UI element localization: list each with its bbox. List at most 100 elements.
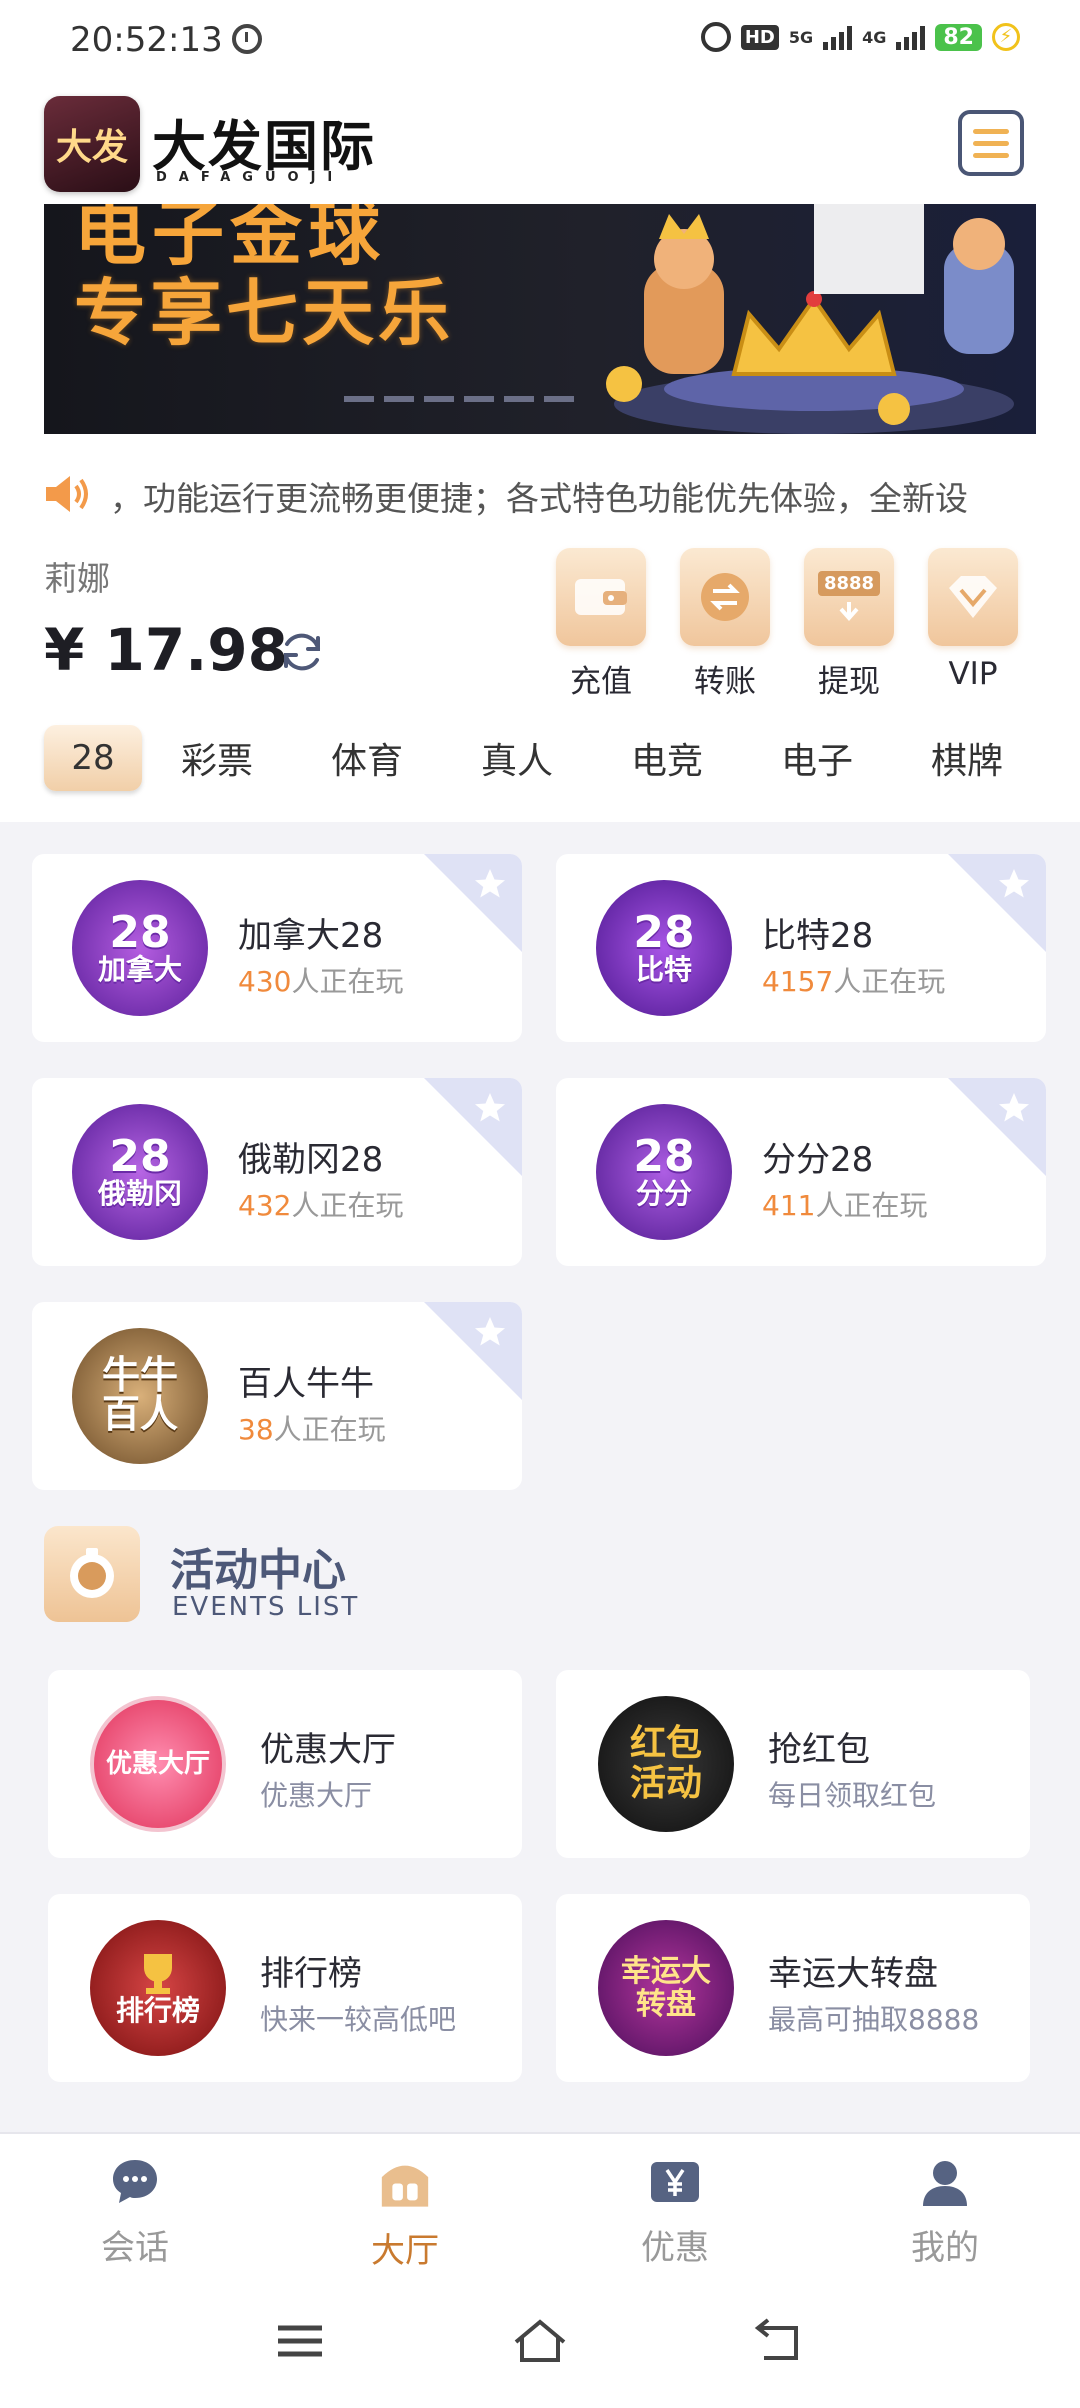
game-name: 分分28 — [762, 1140, 874, 1180]
notice-text: ，功能运行更流畅更便捷；各式特色功能优先体验，全新设 — [110, 479, 968, 516]
hd-badge: HD — [740, 24, 779, 50]
favorite-star-icon[interactable] — [996, 866, 1032, 902]
recharge-button[interactable]: 充值 — [556, 548, 646, 701]
category-tabs: 28 彩票 体育 真人 电竞 电子 棋牌 — [44, 720, 1044, 796]
favorite-star-icon[interactable] — [472, 866, 508, 902]
events-icon — [44, 1526, 140, 1622]
network-5g-label: 5G — [788, 27, 814, 47]
game-players: 411人正在玩 — [762, 1189, 928, 1222]
tab-esports[interactable]: 电竞 — [592, 732, 742, 784]
niuniu-icon: 牛牛 百人 — [72, 1328, 208, 1464]
game-name: 加拿大28 — [238, 916, 384, 956]
transfer-icon — [680, 548, 770, 646]
bottom-nav: 会话 大厅 优惠 我的 — [0, 2132, 1080, 2272]
canada28-icon: 28 加拿大 — [72, 880, 208, 1016]
promotions-hall-icon: 优惠大厅 — [90, 1696, 226, 1832]
speaker-icon — [46, 476, 88, 512]
game-card-niuniu[interactable]: 牛牛 百人 百人牛牛 38人正在玩 — [32, 1302, 522, 1490]
game-players: 432人正在玩 — [238, 1189, 404, 1222]
events-header: 活动中心 EVENTS LIST — [44, 1526, 644, 1626]
signal-icon — [823, 24, 853, 50]
event-card-red-packet[interactable]: 红包活动 抢红包 每日领取红包 — [556, 1670, 1030, 1858]
yen-icon — [651, 2162, 699, 2202]
banner-pagination — [344, 396, 574, 402]
battery-level: 82 — [935, 23, 982, 51]
refresh-icon[interactable] — [278, 628, 326, 676]
event-card-promotions[interactable]: 优惠大厅 优惠大厅 优惠大厅 — [48, 1670, 522, 1858]
back-icon[interactable] — [750, 2316, 810, 2366]
tab-slots[interactable]: 电子 — [742, 732, 892, 784]
game-card-canada28[interactable]: 28 加拿大 加拿大28 430人正在玩 — [32, 854, 522, 1042]
vip-diamond-icon — [928, 548, 1018, 646]
tab-cards[interactable]: 棋牌 — [892, 732, 1042, 784]
charging-icon: ⚡ — [992, 23, 1020, 51]
game-card-oregon28[interactable]: 28 俄勒冈 俄勒冈28 432人正在玩 — [32, 1078, 522, 1266]
logo-text: 大发 — [55, 126, 128, 168]
event-card-leaderboard[interactable]: 排行榜 排行榜 快来一较高低吧 — [48, 1894, 522, 2082]
game-card-fenfen28[interactable]: 28 分分 分分28 411人正在玩 — [556, 1078, 1046, 1266]
tab-lottery[interactable]: 彩票 — [142, 732, 292, 784]
nav-profile[interactable]: 我的 — [810, 2134, 1080, 2272]
status-bar: 20:52:13 HD 5G 4G 82 ⚡ — [0, 0, 1080, 88]
menu-icon — [973, 128, 1009, 134]
event-description: 每日领取红包 — [768, 1779, 937, 1812]
banner-tagline: 专享七天乐 — [74, 271, 455, 355]
chat-icon — [113, 2160, 157, 2203]
transfer-button[interactable]: 转账 — [680, 548, 770, 701]
app-subtitle: DAFAGUOJI — [156, 170, 345, 185]
alarm-icon — [700, 22, 731, 52]
event-description: 优惠大厅 — [260, 1779, 373, 1812]
nav-promotions-label: 优惠 — [641, 2228, 709, 2268]
game-players: 4157人正在玩 — [762, 965, 946, 998]
events-title: 活动中心 — [170, 1545, 346, 1596]
favorite-star-icon[interactable] — [472, 1090, 508, 1126]
promo-banner[interactable]: 电子金球 专享七天乐 — [44, 204, 1036, 434]
favorite-star-icon[interactable] — [472, 1314, 508, 1350]
game-name: 比特28 — [762, 916, 874, 956]
vip-button[interactable]: VIP — [928, 548, 1018, 701]
game-name: 百人牛牛 — [238, 1364, 374, 1404]
tab-28[interactable]: 28 — [44, 725, 142, 791]
network-4g-label: 4G — [862, 27, 887, 47]
home-icon[interactable] — [510, 2316, 570, 2366]
event-name: 抢红包 — [768, 1730, 870, 1770]
favorite-star-icon[interactable] — [996, 1090, 1032, 1126]
bit28-icon: 28 比特 — [596, 880, 732, 1016]
tab-sports[interactable]: 体育 — [292, 732, 442, 784]
event-name: 排行榜 — [260, 1954, 362, 1994]
signal-icon — [896, 24, 926, 50]
lobby-icon — [381, 2165, 429, 2207]
app-header: 大发 大发国际 DAFAGUOJI — [0, 92, 1080, 202]
menu-button[interactable] — [958, 110, 1024, 176]
withdraw-label: 提现 — [818, 664, 880, 700]
nav-lobby[interactable]: 大厅 — [270, 2134, 540, 2272]
withdraw-button[interactable]: 8888 提现 — [804, 548, 894, 701]
status-time: 20:52:13 — [70, 20, 223, 60]
nav-profile-label: 我的 — [911, 2228, 979, 2268]
username: 莉娜 — [44, 559, 110, 598]
wallet-icon — [556, 548, 646, 646]
user-icon — [923, 2161, 967, 2206]
event-card-lucky-wheel[interactable]: 幸运大转盘 幸运大转盘 最高可抽取8888 — [556, 1894, 1030, 2082]
recent-apps-icon[interactable] — [270, 2316, 330, 2366]
nav-chat[interactable]: 会话 — [0, 2134, 270, 2272]
nav-lobby-label: 大厅 — [371, 2231, 439, 2271]
nav-promotions[interactable]: 优惠 — [540, 2134, 810, 2272]
withdraw-icon: 8888 — [804, 548, 894, 646]
alarm-icon — [232, 24, 262, 54]
game-card-bit28[interactable]: 28 比特 比特28 4157人正在玩 — [556, 854, 1046, 1042]
oregon28-icon: 28 俄勒冈 — [72, 1104, 208, 1240]
quick-actions: 充值 转账 8888 提现 VIP — [556, 548, 1018, 701]
withdraw-icon-text: 8888 — [817, 570, 881, 596]
game-players: 430人正在玩 — [238, 965, 404, 998]
status-indicators: HD 5G 4G 82 ⚡ — [700, 22, 1020, 52]
event-name: 幸运大转盘 — [768, 1954, 938, 1994]
game-players: 38人正在玩 — [238, 1413, 386, 1446]
system-nav-bar — [0, 2272, 1080, 2408]
red-packet-icon: 红包活动 — [598, 1696, 734, 1832]
events-subtitle: EVENTS LIST — [172, 1592, 360, 1622]
recharge-label: 充值 — [570, 664, 632, 700]
game-name: 俄勒冈28 — [238, 1140, 384, 1180]
tab-live[interactable]: 真人 — [442, 732, 592, 784]
event-description: 快来一较高低吧 — [260, 2003, 457, 2036]
